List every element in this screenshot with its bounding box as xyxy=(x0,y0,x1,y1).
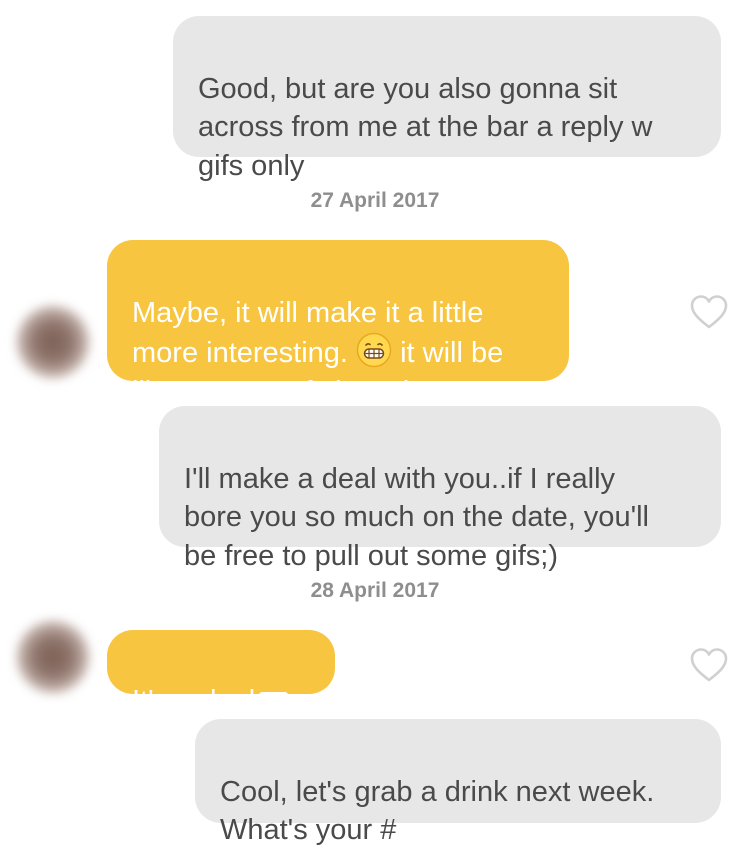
message-text: Cool, let's grab a drink next week. What… xyxy=(220,775,655,847)
unrendered-glyph-icon: ? xyxy=(259,691,289,721)
date-separator: 28 April 2017 xyxy=(310,579,440,602)
date-separator: 27 April 2017 xyxy=(310,189,440,212)
message-bubble-received[interactable]: Maybe, it will make it a little more int… xyxy=(107,240,569,408)
message-bubble-sent[interactable]: Cool, let's grab a drink next week. What… xyxy=(195,719,721,846)
message-bubble-sent[interactable]: I'll make a deal with you..if I really b… xyxy=(159,406,721,572)
avatar[interactable] xyxy=(16,305,90,379)
grimacing-face-icon xyxy=(356,332,392,368)
message-bubble-received[interactable]: It's a deal? xyxy=(107,630,335,721)
message-text: Good, but are you also gonna sit across … xyxy=(198,72,653,182)
heart-icon[interactable] xyxy=(689,646,729,686)
heart-icon[interactable] xyxy=(689,293,729,333)
message-text: It's a deal xyxy=(132,684,256,717)
message-text: I'll make a deal with you..if I really b… xyxy=(184,462,649,572)
message-bubble-sent[interactable]: Good, but are you also gonna sit across … xyxy=(173,16,721,182)
avatar[interactable] xyxy=(16,620,90,694)
